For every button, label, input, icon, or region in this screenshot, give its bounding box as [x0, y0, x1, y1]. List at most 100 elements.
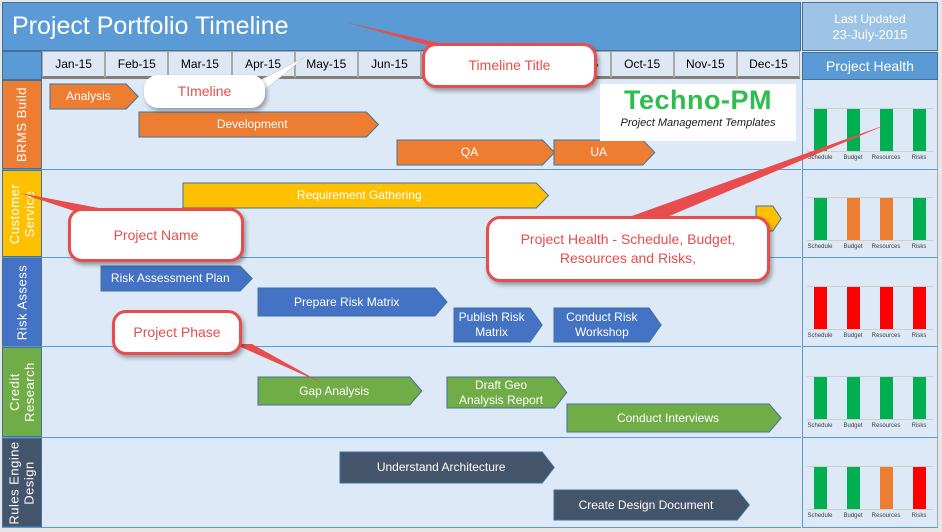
health-category-label: Budget [843, 155, 863, 161]
portfolio-timeline: Project Portfolio Timeline Last Updated … [0, 0, 942, 532]
logo-tagline: Project Management Templates [620, 117, 776, 129]
health-category-label: Risks [911, 244, 927, 250]
project-phase[interactable]: Gap Analysis [257, 376, 423, 406]
project-name-label: Rules Engine Design [2, 438, 42, 527]
callout-project-phase: Project Phase [112, 310, 242, 355]
health-bar-budget [847, 109, 860, 151]
project-name-text: Credit Research [7, 362, 38, 422]
health-category-label: Resources [871, 244, 901, 250]
health-bar-resources [880, 467, 893, 509]
project-health-chart: Schedule Budget Resources Risks [802, 80, 938, 170]
health-axis [807, 240, 933, 241]
project-health-chart: Schedule Budget Resources Risks [802, 258, 938, 347]
health-bar-budget [847, 198, 860, 240]
project-phase[interactable]: Draft Geo Analysis Report [446, 376, 568, 409]
health-category-label: Resources [871, 155, 901, 161]
month-header-corner [2, 51, 42, 80]
month-header-cell: Jan-15 [42, 51, 106, 79]
health-category-label: Budget [843, 244, 863, 250]
phase-label: UA [590, 145, 608, 159]
health-axis [807, 418, 933, 420]
phase-label: Analysis [66, 89, 111, 103]
health-category-label: Risks [911, 513, 927, 519]
health-bar-risks [913, 109, 926, 151]
project-phase[interactable]: QA [396, 139, 555, 166]
month-header-cell: Oct-15 [610, 51, 674, 79]
health-bar-schedule [814, 109, 827, 151]
health-bar-risks [913, 286, 926, 329]
last-updated-box: Last Updated 23-July-2015 [802, 2, 938, 51]
health-bar-budget [847, 286, 860, 329]
callout-project-phase-text: Project Phase [133, 324, 221, 340]
project-phase[interactable]: Conduct Risk Workshop [553, 307, 663, 343]
project-phase[interactable]: Development [138, 111, 379, 138]
month-header-cell: Nov-15 [673, 51, 737, 79]
health-bar-resources [880, 109, 893, 151]
health-bar-budget [847, 376, 860, 419]
health-category-label: Resources [871, 332, 901, 339]
project-phase[interactable]: Risk Assessment Plan [100, 265, 253, 292]
health-category-label: Resources [871, 422, 901, 429]
project-name-text: Rules Engine Design [7, 440, 38, 525]
phase-label: Understand Architecture [376, 460, 506, 474]
health-category-label: Budget [843, 513, 863, 519]
phase-label: Publish Risk Matrix [458, 310, 525, 339]
page-title: Project Portfolio Timeline [12, 12, 289, 40]
project-phase[interactable]: UA [553, 139, 656, 166]
project-health-header: Project Health [802, 52, 938, 80]
project-health-chart: Schedule Budget Resources Risks [802, 347, 938, 438]
project-name-label: BRMS Build [2, 80, 42, 169]
project-name-text: Risk Assess [14, 264, 30, 340]
project-phase[interactable]: Publish Risk Matrix [453, 307, 543, 343]
project-name-label: Credit Research [2, 347, 42, 437]
project-name-text: Customer Service [7, 183, 38, 244]
callout-timeline: TImeline [144, 75, 265, 108]
project-phase[interactable]: Analysis [49, 83, 140, 110]
health-category-label: Schedule [807, 244, 833, 250]
phase-label: QA [460, 145, 479, 159]
project-name-text: BRMS Build [14, 86, 30, 163]
callout-timeline-title: Timeline Title [422, 43, 597, 88]
callout-timeline-title-text: Timeline Title [468, 57, 551, 73]
callout-project-health: Project Health - Schedule, Budget, Resou… [486, 216, 770, 282]
health-axis [807, 151, 933, 152]
project-phase[interactable]: Conduct Interviews [566, 403, 782, 433]
month-header-cell: Jun-15 [357, 51, 422, 79]
phase-label: Prepare Risk Matrix [294, 294, 400, 309]
health-bar-schedule [814, 286, 827, 329]
project-health-chart: Schedule Budget Resources Risks [802, 438, 938, 528]
health-bar-risks [913, 467, 926, 509]
health-axis [807, 509, 933, 510]
title-bar: Project Portfolio Timeline [2, 2, 801, 51]
project-phase[interactable]: Requirement Gathering [182, 182, 549, 209]
health-category-label: Resources [871, 513, 901, 519]
health-bar-budget [847, 467, 860, 509]
project-phase[interactable]: Create Design Document [553, 489, 751, 521]
project-phase[interactable]: Understand Architecture [339, 451, 555, 484]
health-bar-risks [913, 198, 926, 240]
project-health-chart: Schedule Budget Resources Risks [802, 170, 938, 258]
health-category-label: Risks [911, 155, 927, 161]
project-name-label: Customer Service [2, 170, 42, 257]
health-category-label: Schedule [807, 422, 833, 429]
callout-project-name: Project Name [68, 208, 244, 262]
health-bar-risks [913, 376, 926, 419]
phase-label: Requirement Gathering [296, 188, 422, 202]
health-bar-schedule [814, 376, 827, 419]
health-category-label: Risks [911, 332, 927, 339]
last-updated-date: 23-July-2015 [832, 27, 908, 42]
health-category-label: Schedule [807, 332, 833, 339]
techno-pm-logo: Techno-PM Project Management Templates [600, 84, 796, 141]
phase-label: Conduct Interviews [616, 410, 719, 425]
phase-label: Development [216, 117, 288, 131]
project-phase[interactable]: Prepare Risk Matrix [257, 287, 448, 317]
callout-project-health-text: Project Health - Schedule, Budget, Resou… [520, 231, 736, 266]
project-name-label: Risk Assess [2, 258, 42, 346]
phase-label: Draft Geo Analysis Report [459, 377, 544, 407]
logo-name: Techno-PM [624, 85, 772, 115]
health-bar-schedule [814, 467, 827, 509]
health-bar-resources [880, 376, 893, 419]
health-axis [807, 328, 933, 330]
month-header-cell: Dec-15 [736, 51, 801, 79]
phase-label: Risk Assessment Plan [110, 271, 230, 285]
